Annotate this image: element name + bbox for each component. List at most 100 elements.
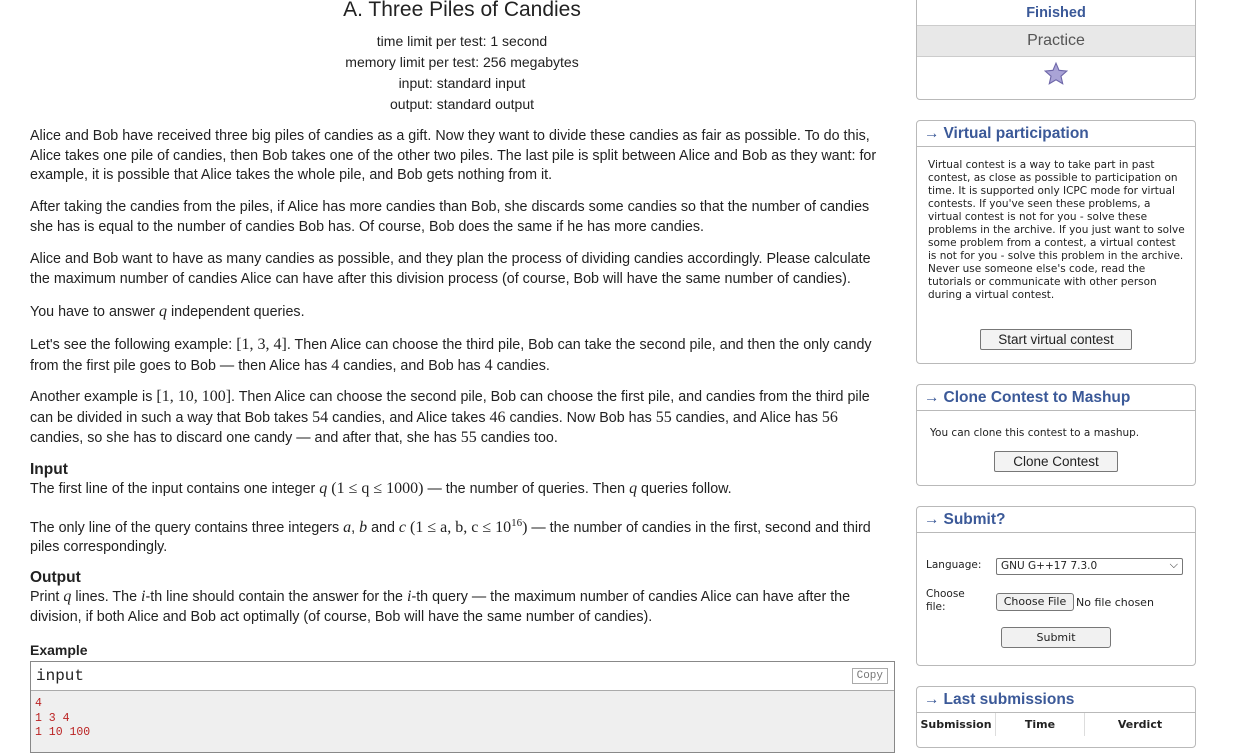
submit-button[interactable]: Submit: [1001, 627, 1111, 648]
clone-contest-text: You can clone this contest to a mashup.: [930, 427, 1140, 439]
statement-paragraph: Let's see the following example: [1, 3, …: [30, 335, 892, 376]
memory-limit: memory limit per test: 256 megabytes: [345, 54, 579, 70]
math-var: q: [629, 480, 638, 497]
math-expr: 46: [489, 408, 506, 426]
clone-contest-box: → Clone Contest to Mashup You can clone t…: [916, 384, 1196, 486]
text: and: [367, 519, 399, 536]
text: candies, so she has to discard one candy…: [30, 430, 461, 446]
text: candies, and Alice has: [671, 409, 822, 426]
output-spec: output: standard output: [390, 96, 534, 112]
example-line: 1 3 4: [35, 711, 70, 725]
example-input-content: 41 3 41 10 100: [31, 691, 894, 741]
input-spec: input: standard input: [398, 75, 526, 91]
arrow-icon: →: [924, 389, 940, 406]
language-select[interactable]: GNU G++17 7.3.0 ⌵: [996, 558, 1183, 575]
math-expr: (1 ≤ q ≤ 1000): [331, 480, 424, 497]
math-var: q: [319, 480, 328, 497]
input-line-1: The first line of the input contains one…: [30, 479, 892, 500]
text: Let's see the following example:: [30, 337, 237, 353]
example-title: Example: [30, 642, 88, 658]
last-submissions-table: Submission Time Verdict: [917, 713, 1195, 736]
example-line: 4: [35, 697, 42, 710]
input-line-2: The only line of the query contains thre…: [30, 514, 892, 558]
text: lines. The: [71, 589, 142, 605]
copy-button[interactable]: Copy: [851, 668, 888, 684]
text: candies, and Alice takes: [328, 409, 490, 426]
math-expr: [1, 3, 4]: [236, 336, 287, 353]
file-status: No file chosen: [1076, 596, 1154, 609]
virtual-participation-header: → Virtual participation: [917, 121, 1195, 147]
math-var: a: [343, 518, 352, 536]
practice-label: Practice: [917, 26, 1195, 57]
text: You have to answer: [30, 304, 160, 320]
star-icon[interactable]: [917, 57, 1195, 92]
text: -th line should contain the answer for t…: [145, 589, 407, 605]
example-line: 1 10 100: [35, 726, 91, 739]
text: The first line of the input contains one…: [30, 481, 320, 497]
file-label: Choose file:: [926, 588, 965, 613]
statement-paragraph: You have to answer q independent queries…: [30, 302, 892, 323]
math-expr: (1 ≤ a, b, c ≤ 10: [410, 518, 512, 536]
problem-title: A. Three Piles of Candies: [343, 0, 581, 21]
language-label: Language:: [926, 559, 982, 571]
choose-file-button[interactable]: Choose File: [996, 593, 1074, 611]
language-value: GNU G++17 7.3.0: [1001, 560, 1098, 572]
arrow-icon: →: [924, 691, 940, 708]
column-header: Verdict: [1117, 718, 1163, 731]
virtual-participation-box: → Virtual participation Virtual contest i…: [916, 120, 1196, 364]
last-submissions-header: → Last submissions: [917, 687, 1195, 713]
statement-paragraph: Alice and Bob want to have as many candi…: [30, 251, 871, 287]
text: independent queries.: [167, 304, 305, 320]
arrow-icon: →: [924, 511, 940, 528]
finished-label: Finished: [917, 0, 1195, 26]
column-header: Submission: [917, 713, 996, 736]
text: ,: [351, 519, 360, 536]
example-input-box: input Copy 41 3 41 10 100: [30, 661, 895, 753]
clone-contest-button[interactable]: Clone Contest: [994, 451, 1118, 472]
text: candies. Now Bob has: [505, 409, 656, 426]
text: The only line of the query contains thre…: [30, 519, 344, 536]
chevron-down-icon: ⌵: [1169, 559, 1178, 571]
math-expr: 55: [460, 429, 477, 446]
column-header: Time: [995, 713, 1085, 736]
problem-limits: time limit per test: 1 second memory lim…: [30, 31, 894, 115]
submit-title[interactable]: Submit?: [944, 511, 1006, 528]
output-section-title: Output: [30, 569, 81, 586]
math-var: q: [159, 303, 168, 320]
text: candies, and Bob has: [339, 357, 485, 374]
last-submissions-box: → Last submissions Submission Time Verdic…: [916, 686, 1196, 748]
contest-status-box: Finished Practice: [916, 0, 1196, 100]
submit-box: → Submit? Language: GNU G++17 7.3.0 ⌵ Cho…: [916, 506, 1196, 666]
math-expr: 4: [331, 356, 340, 374]
example-input-label: input: [36, 667, 85, 685]
math-expr: [1, 10, 100]: [156, 388, 232, 405]
text: Another example is: [30, 389, 157, 405]
text: Print: [30, 589, 64, 605]
math-var: c: [398, 518, 407, 536]
text: candies too.: [476, 430, 558, 446]
statement-paragraph: Another example is [1, 10, 100]. Then Al…: [30, 387, 892, 449]
time-limit: time limit per test: 1 second: [376, 33, 548, 49]
math-expr: 55: [655, 408, 672, 426]
output-description: Print q lines. The i-th line should cont…: [30, 587, 892, 627]
input-section-title: Input: [30, 461, 68, 478]
clone-contest-title[interactable]: Clone Contest to Mashup: [944, 389, 1131, 406]
math-expr: 56: [821, 408, 838, 426]
submit-header: → Submit?: [917, 507, 1195, 533]
text: — the number of queries. Then: [423, 481, 630, 497]
math-exponent: 16: [511, 517, 523, 529]
table-header-row: Submission Time Verdict: [917, 713, 1195, 736]
statement-paragraph: Alice and Bob have received three big pi…: [30, 128, 877, 183]
statement-paragraph: After taking the candies from the piles,…: [30, 199, 870, 235]
math-expr: 4: [484, 356, 493, 374]
math-expr: 54: [312, 408, 329, 426]
text: queries follow.: [637, 481, 732, 497]
arrow-icon: →: [924, 125, 940, 142]
start-virtual-contest-button[interactable]: Start virtual contest: [980, 329, 1132, 350]
clone-contest-header: → Clone Contest to Mashup: [917, 385, 1195, 411]
example-input-header: input Copy: [31, 662, 894, 691]
virtual-participation-title[interactable]: Virtual participation: [944, 125, 1089, 142]
math-var: b: [359, 518, 368, 536]
last-submissions-title[interactable]: Last submissions: [944, 691, 1075, 708]
text: candies.: [492, 357, 550, 374]
